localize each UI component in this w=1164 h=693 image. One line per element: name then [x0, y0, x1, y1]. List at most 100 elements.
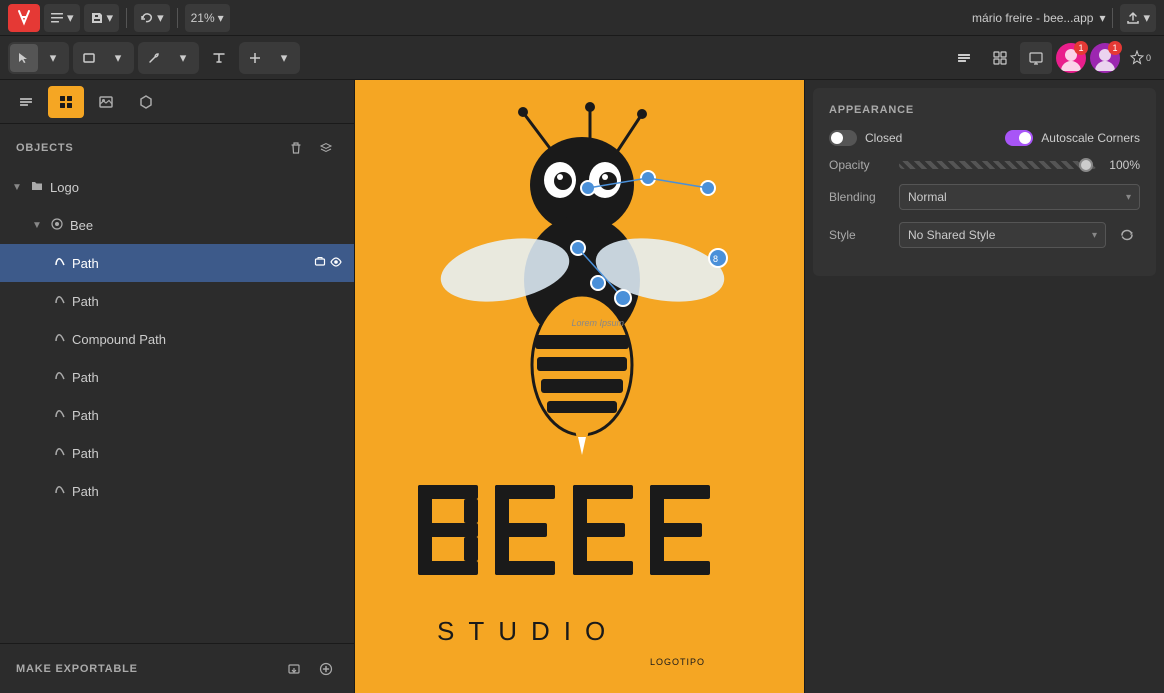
blending-select-value: Normal: [908, 190, 947, 204]
footer-actions: [282, 657, 338, 681]
objects-title: OBJECTS: [16, 142, 74, 154]
path1-visibility-icon[interactable]: [330, 256, 342, 271]
right-panel: APPEARANCE Closed Autoscale Corners: [804, 80, 1164, 693]
logo-label: Logo: [50, 180, 342, 195]
style-row: Style No Shared Style ▾: [829, 222, 1140, 248]
tree-item-path4[interactable]: Path: [0, 396, 354, 434]
path1-icon: [54, 255, 66, 271]
path6-label: Path: [72, 484, 342, 499]
pen-tool-dropdown[interactable]: ▾: [169, 44, 197, 72]
align-btn[interactable]: [948, 42, 980, 74]
export-options-btn[interactable]: [282, 657, 306, 681]
path2-label: Path: [72, 294, 342, 309]
blending-field-value: Normal ▾: [899, 184, 1140, 210]
opacity-value: 100%: [1105, 158, 1140, 172]
path5-label: Path: [72, 446, 342, 461]
blending-select[interactable]: Normal ▾: [899, 184, 1140, 210]
separator-1: [126, 8, 127, 28]
left-panel: OBJECTS ▼ Logo ▼: [0, 80, 355, 693]
presentation-btn[interactable]: [1020, 42, 1052, 74]
style-field-value: No Shared Style ▾: [899, 222, 1140, 248]
svg-text:8: 8: [713, 254, 718, 264]
tab-objects[interactable]: [48, 86, 84, 118]
bee-arrow: ▼: [32, 220, 44, 231]
opacity-track[interactable]: [899, 161, 1097, 169]
selection-tool-group: ▾: [8, 42, 69, 74]
compound-icon: [54, 331, 66, 347]
autoscale-toggle-container: Autoscale Corners: [1005, 130, 1140, 146]
make-exportable-label[interactable]: MAKE EXPORTABLE: [16, 663, 138, 675]
logo-arrow: ▼: [12, 182, 24, 193]
tree-item-path2[interactable]: Path: [0, 282, 354, 320]
avatar-2-container: 1: [1090, 43, 1120, 73]
tree-item-compound[interactable]: Compound Path: [0, 320, 354, 358]
symbol-tool-btn[interactable]: [241, 44, 269, 72]
tree-item-path3[interactable]: Path: [0, 358, 354, 396]
style-label: Style: [829, 228, 899, 242]
tree-item-path1[interactable]: Path: [0, 244, 354, 282]
tree-item-bee[interactable]: ▼ Bee: [0, 206, 354, 244]
objects-list: ▼ Logo ▼ Bee Path: [0, 168, 354, 643]
selection-handles-svg: 8: [558, 168, 758, 368]
grid-btn[interactable]: [984, 42, 1016, 74]
tab-layers[interactable]: [8, 86, 44, 118]
zoom-dropdown-arrow: ▾: [218, 11, 224, 25]
undo-dropdown-arrow: ▾: [157, 10, 164, 26]
style-select-value: No Shared Style: [908, 228, 995, 242]
path4-label: Path: [72, 408, 342, 423]
select-tool-btn[interactable]: [10, 44, 38, 72]
autoscale-toggle[interactable]: [1005, 130, 1033, 146]
delete-btn[interactable]: [284, 136, 308, 160]
undo-btn[interactable]: ▾: [134, 4, 170, 32]
cloud-upload-btn[interactable]: ▾: [1120, 4, 1156, 32]
appearance-title: APPEARANCE: [829, 104, 1140, 116]
tree-item-path6[interactable]: Path: [0, 472, 354, 510]
second-toolbar: ▾ ▾ ▾ ▾: [0, 36, 1164, 80]
save-btn[interactable]: ▾: [84, 4, 120, 32]
header-actions: [284, 136, 338, 160]
stars-btn[interactable]: 0: [1124, 42, 1156, 74]
style-select[interactable]: No Shared Style ▾: [899, 222, 1106, 248]
autoscale-toggle-knob: [1019, 132, 1031, 144]
add-export-btn[interactable]: [314, 657, 338, 681]
appearance-panel: APPEARANCE Closed Autoscale Corners: [813, 88, 1156, 276]
svg-text:STUDIO: STUDIO: [437, 616, 619, 646]
canvas-area[interactable]: STUDIO LOGOTIPO: [355, 80, 804, 693]
save-dropdown-arrow: ▾: [107, 10, 114, 26]
closed-toggle[interactable]: [829, 130, 857, 146]
autoscale-label: Autoscale Corners: [1041, 131, 1140, 145]
pen-tool-btn[interactable]: [140, 44, 168, 72]
right-toolbar: 1 1 0: [948, 42, 1156, 74]
panel-tabs: [0, 80, 354, 124]
style-refresh-btn[interactable]: [1114, 222, 1140, 248]
bee-label: Bee: [70, 218, 342, 233]
closed-toggle-container: Closed: [829, 130, 902, 146]
objects-header: OBJECTS: [0, 124, 354, 168]
user-info[interactable]: mário freire - bee...app ▾: [972, 11, 1105, 25]
rect-tool-btn[interactable]: [75, 44, 103, 72]
tab-components[interactable]: [128, 86, 164, 118]
separator-3: [1112, 8, 1113, 28]
layers-btn[interactable]: [314, 136, 338, 160]
select-tool-dropdown[interactable]: ▾: [39, 44, 67, 72]
tree-item-logo[interactable]: ▼ Logo: [0, 168, 354, 206]
tree-item-path5[interactable]: Path: [0, 434, 354, 472]
separator-2: [177, 8, 178, 28]
upload-dropdown-arrow: ▾: [1143, 10, 1150, 26]
path1-label: Path: [72, 256, 308, 271]
text-tool-btn[interactable]: [203, 42, 235, 74]
path1-mask-icon[interactable]: [314, 256, 326, 271]
file-menu-btn[interactable]: ▾: [44, 4, 80, 32]
panel-footer: MAKE EXPORTABLE: [0, 643, 354, 693]
path5-icon: [54, 445, 66, 461]
shape-tool-dropdown[interactable]: ▾: [104, 44, 132, 72]
tab-image[interactable]: [88, 86, 124, 118]
app-logo: [8, 4, 40, 32]
user-name: mário freire - bee...app: [972, 11, 1093, 25]
avatar-2-badge: 1: [1108, 41, 1122, 55]
blending-dropdown-arrow: ▾: [1126, 192, 1131, 203]
blending-row: Blending Normal ▾: [829, 184, 1140, 210]
symbol-tool-dropdown[interactable]: ▾: [270, 44, 298, 72]
zoom-btn[interactable]: 21% ▾: [185, 4, 230, 32]
closed-toggle-knob: [831, 132, 843, 144]
